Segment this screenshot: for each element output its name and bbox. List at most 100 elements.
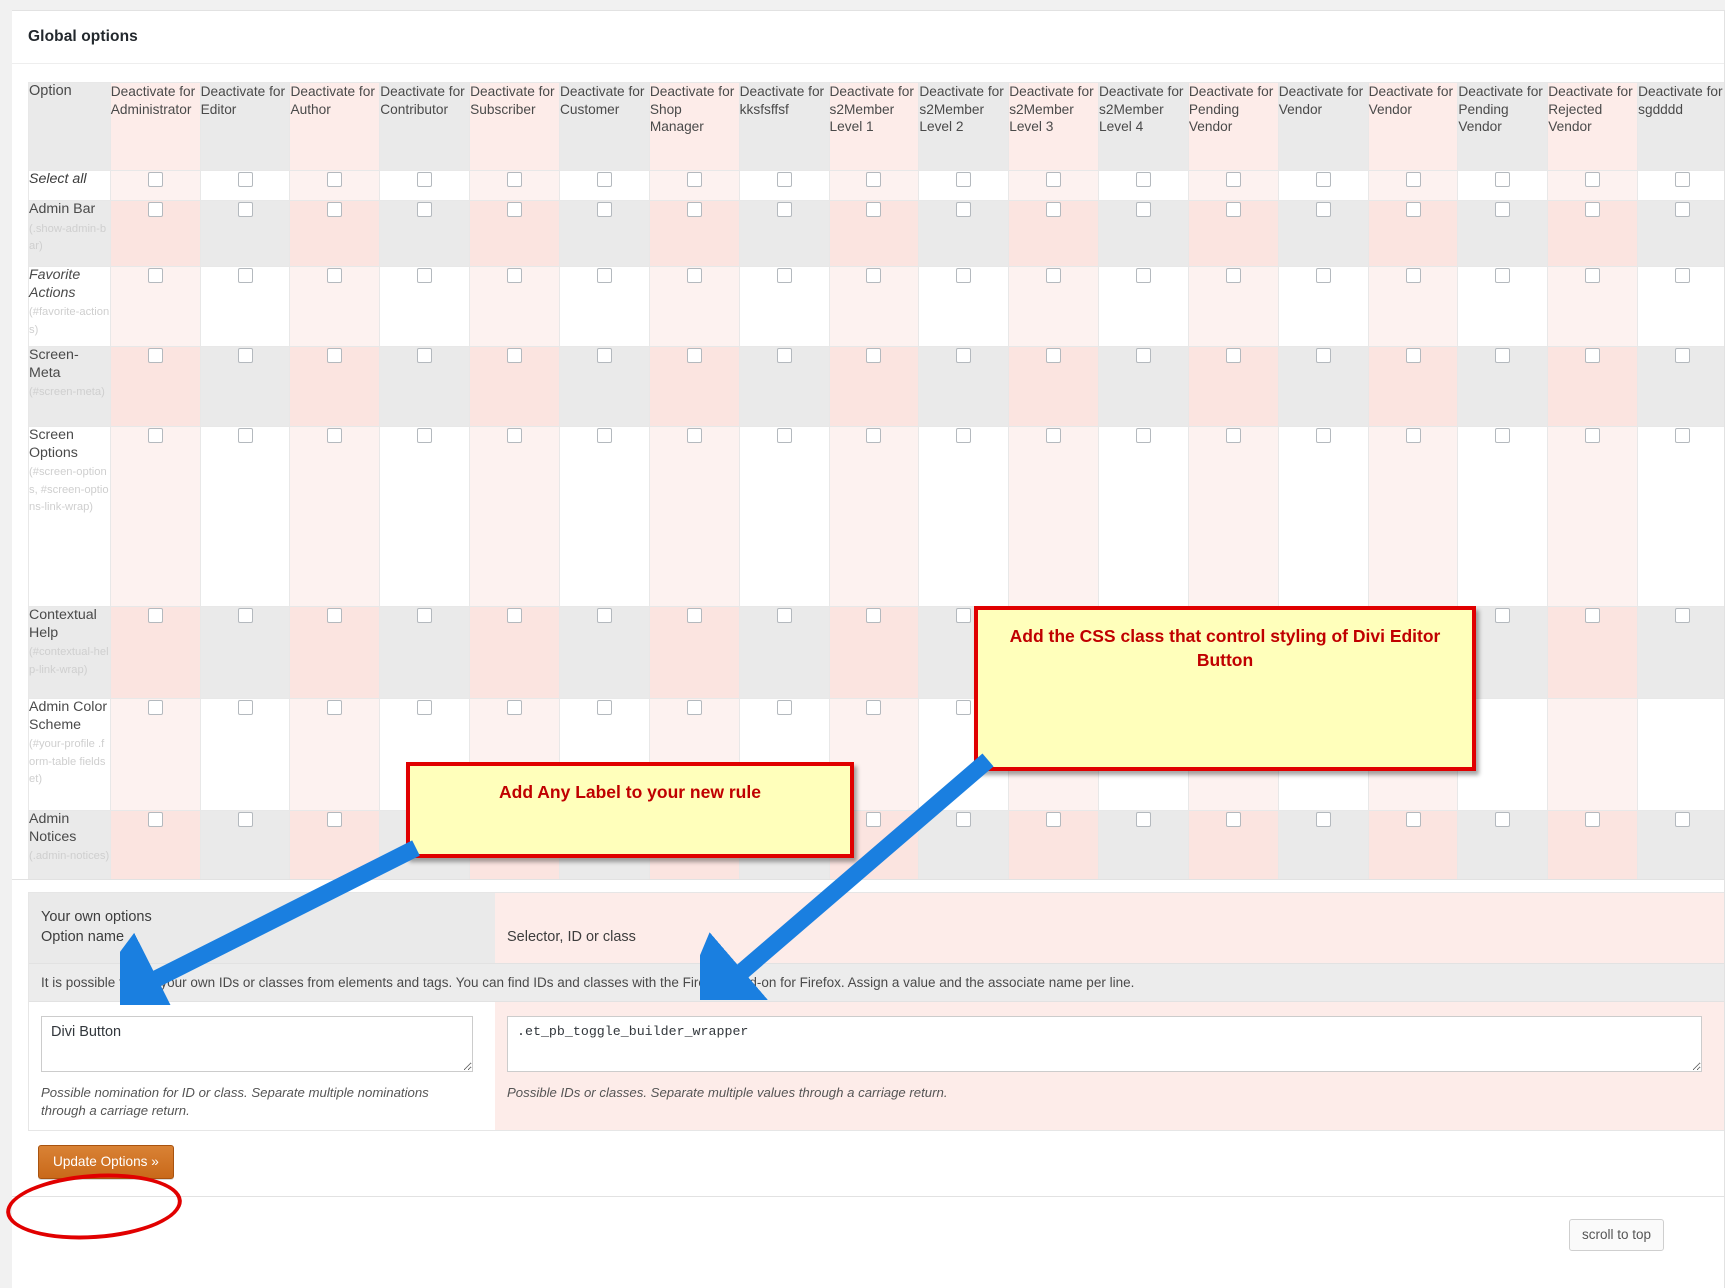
checkbox[interactable] (776, 268, 792, 284)
checkbox[interactable] (1495, 268, 1511, 284)
checkbox[interactable] (776, 700, 792, 716)
checkbox[interactable] (776, 202, 792, 218)
checkbox[interactable] (1405, 268, 1421, 284)
checkbox[interactable] (147, 700, 163, 716)
checkbox-cell[interactable] (109, 170, 201, 201)
checkbox[interactable] (686, 202, 702, 218)
checkbox-cell[interactable] (648, 606, 740, 699)
checkbox-cell[interactable] (379, 606, 471, 699)
checkbox[interactable] (1315, 268, 1331, 284)
checkbox[interactable] (1675, 608, 1691, 624)
checkbox[interactable] (1405, 428, 1421, 444)
checkbox-cell[interactable] (648, 266, 740, 347)
checkbox-cell[interactable] (828, 200, 920, 267)
checkbox[interactable] (237, 608, 253, 624)
checkbox-cell[interactable] (109, 606, 201, 699)
checkbox-cell[interactable] (558, 200, 650, 267)
checkbox[interactable] (507, 348, 523, 364)
checkbox[interactable] (1585, 202, 1601, 218)
checkbox[interactable] (1225, 268, 1241, 284)
checkbox[interactable] (776, 172, 792, 188)
checkbox[interactable] (327, 428, 343, 444)
checkbox-cell[interactable] (828, 606, 920, 699)
checkbox[interactable] (1135, 348, 1151, 364)
checkbox-cell[interactable] (1457, 200, 1549, 267)
checkbox-cell[interactable] (289, 810, 381, 883)
checkbox-cell[interactable] (109, 698, 201, 811)
checkbox-cell[interactable] (469, 346, 560, 427)
checkbox-cell[interactable] (738, 426, 830, 607)
scroll-to-top-button[interactable]: scroll to top (1568, 1219, 1664, 1251)
checkbox[interactable] (507, 202, 523, 218)
checkbox-cell[interactable] (1367, 346, 1459, 427)
checkbox[interactable] (866, 608, 882, 624)
checkbox[interactable] (866, 348, 882, 364)
checkbox[interactable] (1675, 172, 1691, 188)
selector-input[interactable] (507, 1016, 1702, 1072)
checkbox[interactable] (147, 268, 163, 284)
checkbox[interactable] (596, 202, 612, 218)
checkbox[interactable] (866, 172, 882, 188)
checkbox-cell[interactable] (1457, 810, 1549, 883)
checkbox[interactable] (1405, 202, 1421, 218)
checkbox-cell[interactable] (1547, 810, 1639, 883)
checkbox[interactable] (686, 172, 702, 188)
checkbox-cell[interactable] (1547, 200, 1639, 267)
checkbox-cell[interactable] (469, 266, 560, 347)
checkbox[interactable] (1135, 268, 1151, 284)
checkbox-cell[interactable] (379, 346, 471, 427)
checkbox[interactable] (327, 812, 343, 828)
checkbox[interactable] (1675, 202, 1691, 218)
checkbox-cell[interactable] (1547, 266, 1639, 347)
checkbox[interactable] (1225, 172, 1241, 188)
checkbox-cell[interactable] (379, 200, 471, 267)
checkbox-cell[interactable] (199, 170, 291, 201)
checkbox[interactable] (1046, 172, 1062, 188)
checkbox-cell[interactable] (1187, 266, 1279, 347)
checkbox[interactable] (147, 812, 163, 828)
checkbox[interactable] (327, 348, 343, 364)
checkbox[interactable] (147, 428, 163, 444)
checkbox[interactable] (507, 700, 523, 716)
checkbox-cell[interactable] (1637, 606, 1724, 699)
checkbox[interactable] (956, 608, 972, 624)
checkbox-cell[interactable] (199, 606, 291, 699)
checkbox[interactable] (866, 700, 882, 716)
checkbox[interactable] (686, 348, 702, 364)
checkbox-cell[interactable] (828, 346, 920, 427)
checkbox-cell[interactable] (109, 426, 201, 607)
checkbox[interactable] (1225, 202, 1241, 218)
checkbox[interactable] (1585, 428, 1601, 444)
checkbox[interactable] (237, 428, 253, 444)
checkbox[interactable] (956, 428, 972, 444)
checkbox-cell[interactable] (1277, 346, 1369, 427)
checkbox[interactable] (237, 700, 253, 716)
checkbox-cell[interactable] (828, 426, 920, 607)
checkbox-cell[interactable] (469, 200, 560, 267)
checkbox[interactable] (507, 428, 523, 444)
checkbox[interactable] (417, 700, 433, 716)
checkbox-cell[interactable] (648, 346, 740, 427)
checkbox[interactable] (1405, 812, 1421, 828)
checkbox-cell[interactable] (289, 606, 381, 699)
checkbox[interactable] (147, 608, 163, 624)
checkbox-cell[interactable] (289, 346, 381, 427)
checkbox-cell[interactable] (828, 170, 920, 201)
checkbox-cell[interactable] (918, 346, 1010, 427)
checkbox-cell[interactable] (379, 170, 471, 201)
checkbox[interactable] (596, 700, 612, 716)
checkbox-cell[interactable] (1277, 810, 1369, 883)
checkbox-cell[interactable] (1098, 200, 1189, 267)
checkbox-cell[interactable] (199, 426, 291, 607)
checkbox[interactable] (1405, 348, 1421, 364)
checkbox-cell[interactable] (1637, 266, 1724, 347)
checkbox-cell[interactable] (558, 266, 650, 347)
checkbox-cell[interactable] (379, 426, 471, 607)
checkbox[interactable] (776, 428, 792, 444)
checkbox-cell[interactable] (1457, 170, 1549, 201)
checkbox[interactable] (417, 202, 433, 218)
checkbox-cell[interactable] (109, 266, 201, 347)
checkbox[interactable] (1315, 428, 1331, 444)
checkbox-cell[interactable] (828, 266, 920, 347)
checkbox-cell[interactable] (289, 170, 381, 201)
